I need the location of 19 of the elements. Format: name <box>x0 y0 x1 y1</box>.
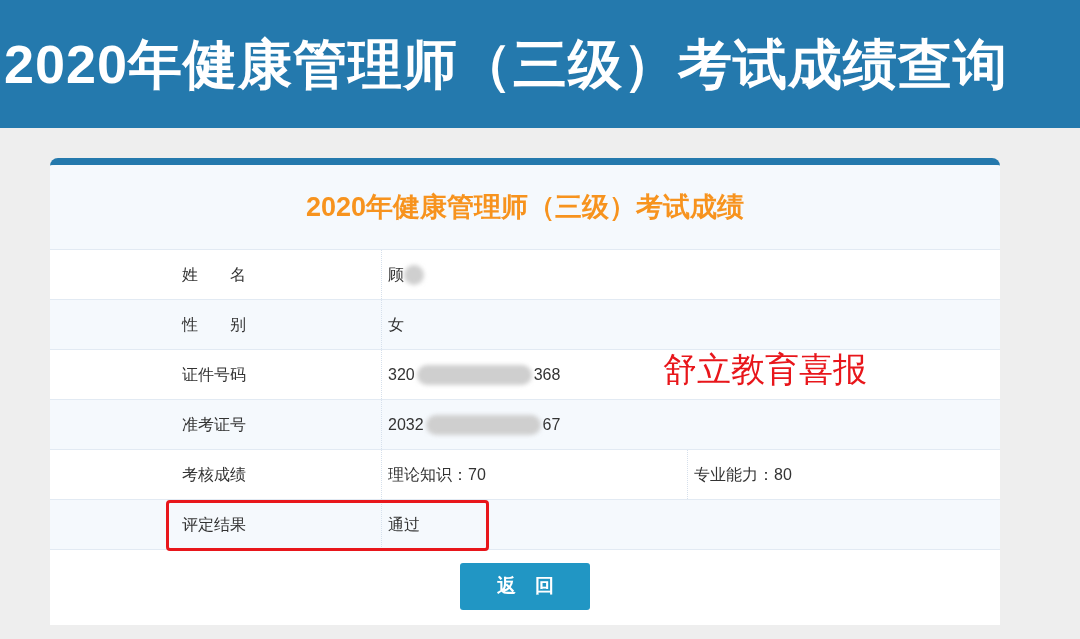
field-value: 通过 <box>388 514 420 535</box>
field-label: 证件号码 <box>182 364 246 385</box>
field-value: 2032 <box>388 414 424 435</box>
card-title: 2020年健康管理师（三级）考试成绩 <box>50 165 1000 250</box>
field-label: 考核成绩 <box>182 464 246 485</box>
field-value: 专业能力：80 <box>694 464 792 485</box>
page-title: 2020年健康管理师（三级）考试成绩查询 <box>4 37 1009 91</box>
field-value: 理论知识：70 <box>388 464 486 485</box>
field-value: 320 <box>388 364 415 385</box>
field-label: 姓 名 <box>182 264 246 285</box>
field-label: 准考证号 <box>182 414 246 435</box>
field-value: 368 <box>533 364 561 385</box>
back-button[interactable]: 返 回 <box>460 563 590 610</box>
field-value: 67 <box>542 414 561 435</box>
annotation-text: 舒立教育喜报 <box>663 352 867 386</box>
field-label: 性 别 <box>182 314 246 335</box>
field-value: 女 <box>388 314 404 335</box>
field-label: 评定结果 <box>182 514 246 535</box>
field-value: 顾 <box>388 264 404 285</box>
